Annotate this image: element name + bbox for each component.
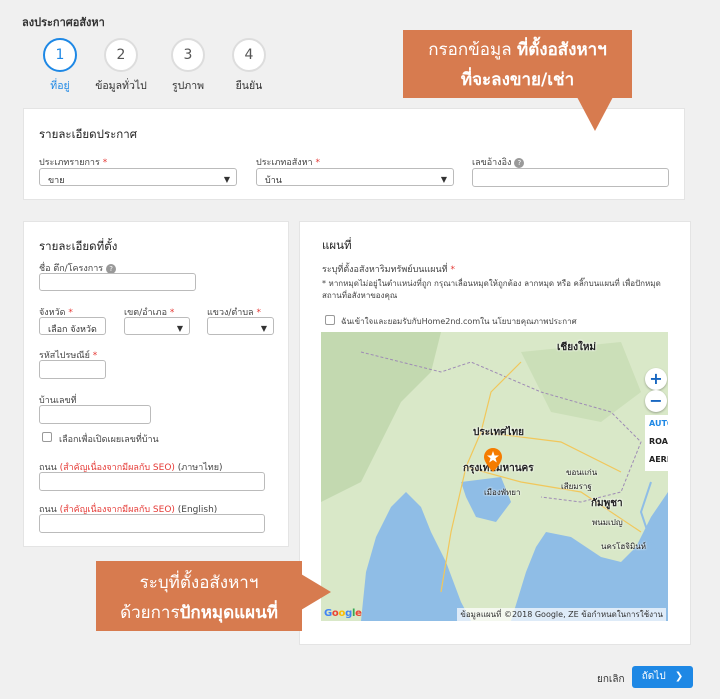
- chevron-down-icon: ▼: [223, 175, 230, 184]
- show-house-no-checkbox[interactable]: [42, 432, 52, 442]
- callout-fill-location: กรอกข้อมูล ที่ตั้งอสังหาฯ ที่จะลงขาย/เช่…: [403, 30, 632, 98]
- property-type-label: ประเภทอสังหา *: [256, 158, 320, 168]
- zoom-in-button[interactable]: +: [645, 368, 667, 390]
- map-note-line2: สถานที่อสังหาของคุณ: [322, 291, 398, 300]
- district-select[interactable]: ▼: [124, 317, 190, 335]
- step-1-label: ที่อยู่: [50, 80, 70, 92]
- callout-bottom-line1: ระบุที่ตั้งอสังหาฯ: [139, 573, 259, 593]
- next-button[interactable]: ถัดไป ❯: [632, 666, 693, 688]
- map-type-road[interactable]: ROAD: [645, 433, 668, 451]
- location-details-title: รายละเอียดที่ตั้ง: [39, 239, 118, 253]
- listing-type-select[interactable]: ขาย ▼: [39, 168, 237, 186]
- callout-pin-map: ระบุที่ตั้งอสังหาฯ ด้วยการปักหมุดแผนที่: [96, 561, 302, 631]
- reference-input[interactable]: [472, 168, 669, 187]
- step-4-number: 4: [232, 38, 266, 72]
- listing-type-value: ขาย: [48, 176, 65, 186]
- road-en-input[interactable]: [39, 514, 265, 533]
- step-3-label: รูปภาพ: [171, 80, 205, 92]
- chevron-right-icon: ❯: [674, 671, 684, 682]
- callout-top-arrow: [577, 97, 613, 131]
- map-type-auto[interactable]: AUTO: [645, 415, 668, 433]
- map-label-cambodia: กัมพูชา: [591, 498, 623, 509]
- zoom-out-button[interactable]: −: [645, 390, 667, 412]
- road-th-input[interactable]: [39, 472, 265, 491]
- map-label-siem-reap: เสียมราฐ: [561, 482, 592, 491]
- map-title: แผนที่: [322, 238, 352, 252]
- location-details-card: รายละเอียดที่ตั้ง ชื่อ ตึก/โครงการ? จังห…: [23, 221, 289, 547]
- step-1-number: 1: [43, 38, 77, 72]
- subdistrict-select[interactable]: ▼: [207, 317, 274, 335]
- callout-bottom-arrow: [301, 574, 331, 610]
- map-background: [321, 332, 668, 621]
- page-title: ลงประกาศอสังหา: [22, 16, 105, 29]
- step-3-number: 3: [171, 38, 205, 72]
- map-instruction: ระบุที่ตั้งอสังหาริมทรัพย์บนแผนที่ *: [322, 265, 455, 275]
- reference-label: เลขอ้างอิง?: [472, 155, 525, 169]
- consent-label: ฉันเข้าใจและยอมรับกับHome2nd.comใน นโยบา…: [341, 317, 577, 326]
- callout-bottom-line2: ด้วยการปักหมุดแผนที่: [120, 603, 278, 623]
- step-2[interactable]: 2 ข้อมูลทั่วไป: [86, 38, 156, 94]
- step-2-number: 2: [104, 38, 138, 72]
- chevron-down-icon: ▼: [260, 324, 267, 333]
- map-label-thailand: ประเทศไทย: [473, 427, 524, 438]
- location-map[interactable]: เชียงใหม่ ขอนแก่น ประเทศไทย กรุงเทพมหานค…: [321, 332, 668, 621]
- callout-top-line1: กรอกข้อมูล ที่ตั้งอสังหาฯ: [428, 40, 607, 60]
- step-2-label: ข้อมูลทั่วไป: [95, 80, 147, 92]
- house-no-input[interactable]: [39, 405, 151, 424]
- map-label-phnom-penh: พนมเปญ: [592, 518, 623, 527]
- listing-details-title: รายละเอียดประกาศ: [39, 127, 138, 141]
- help-icon[interactable]: ?: [514, 157, 525, 168]
- map-type-aerial[interactable]: AERIAL: [645, 451, 668, 469]
- cancel-button[interactable]: ยกเลิก: [597, 672, 625, 687]
- chevron-down-icon: ▼: [440, 175, 447, 184]
- show-house-no-label: เลือกเพื่อเปิดเผยเลขที่บ้าน: [59, 435, 159, 445]
- chevron-down-icon: ▼: [176, 324, 183, 333]
- map-label-chiang-mai: เชียงใหม่: [557, 342, 597, 353]
- province-select[interactable]: เลือก จังหวัด: [39, 317, 106, 335]
- listing-type-label: ประเภทรายการ *: [39, 158, 108, 168]
- property-type-value: บ้าน: [265, 176, 282, 186]
- map-attribution: ข้อมูลแผนที่ ©2018 Google, ZE ข้อกำหนดใน…: [457, 608, 666, 621]
- map-label-pattaya: เมืองพัทยา: [484, 488, 521, 497]
- map-label-khon-kaen: ขอนแก่น: [566, 468, 598, 477]
- step-4-label: ยืนยัน: [235, 80, 263, 92]
- step-1[interactable]: 1 ที่อยู่: [25, 38, 95, 94]
- next-button-label: ถัดไป: [641, 671, 666, 682]
- help-icon[interactable]: ?: [106, 263, 117, 274]
- step-4[interactable]: 4 ยืนยัน: [214, 38, 284, 94]
- map-label-ho-chi-minh: นครโฮจิมินห์: [601, 542, 646, 551]
- map-type-switcher: AUTO ROAD AERIAL: [645, 415, 668, 471]
- project-name-input[interactable]: [39, 273, 196, 291]
- consent-checkbox[interactable]: [325, 315, 335, 325]
- property-type-select[interactable]: บ้าน ▼: [256, 168, 454, 186]
- map-pin-icon[interactable]: [484, 448, 502, 472]
- province-value: เลือก จังหวัด: [48, 325, 97, 335]
- postcode-input[interactable]: [39, 360, 106, 379]
- callout-top-line2: ที่จะลงขาย/เช่า: [460, 70, 575, 90]
- step-3[interactable]: 3 รูปภาพ: [153, 38, 223, 94]
